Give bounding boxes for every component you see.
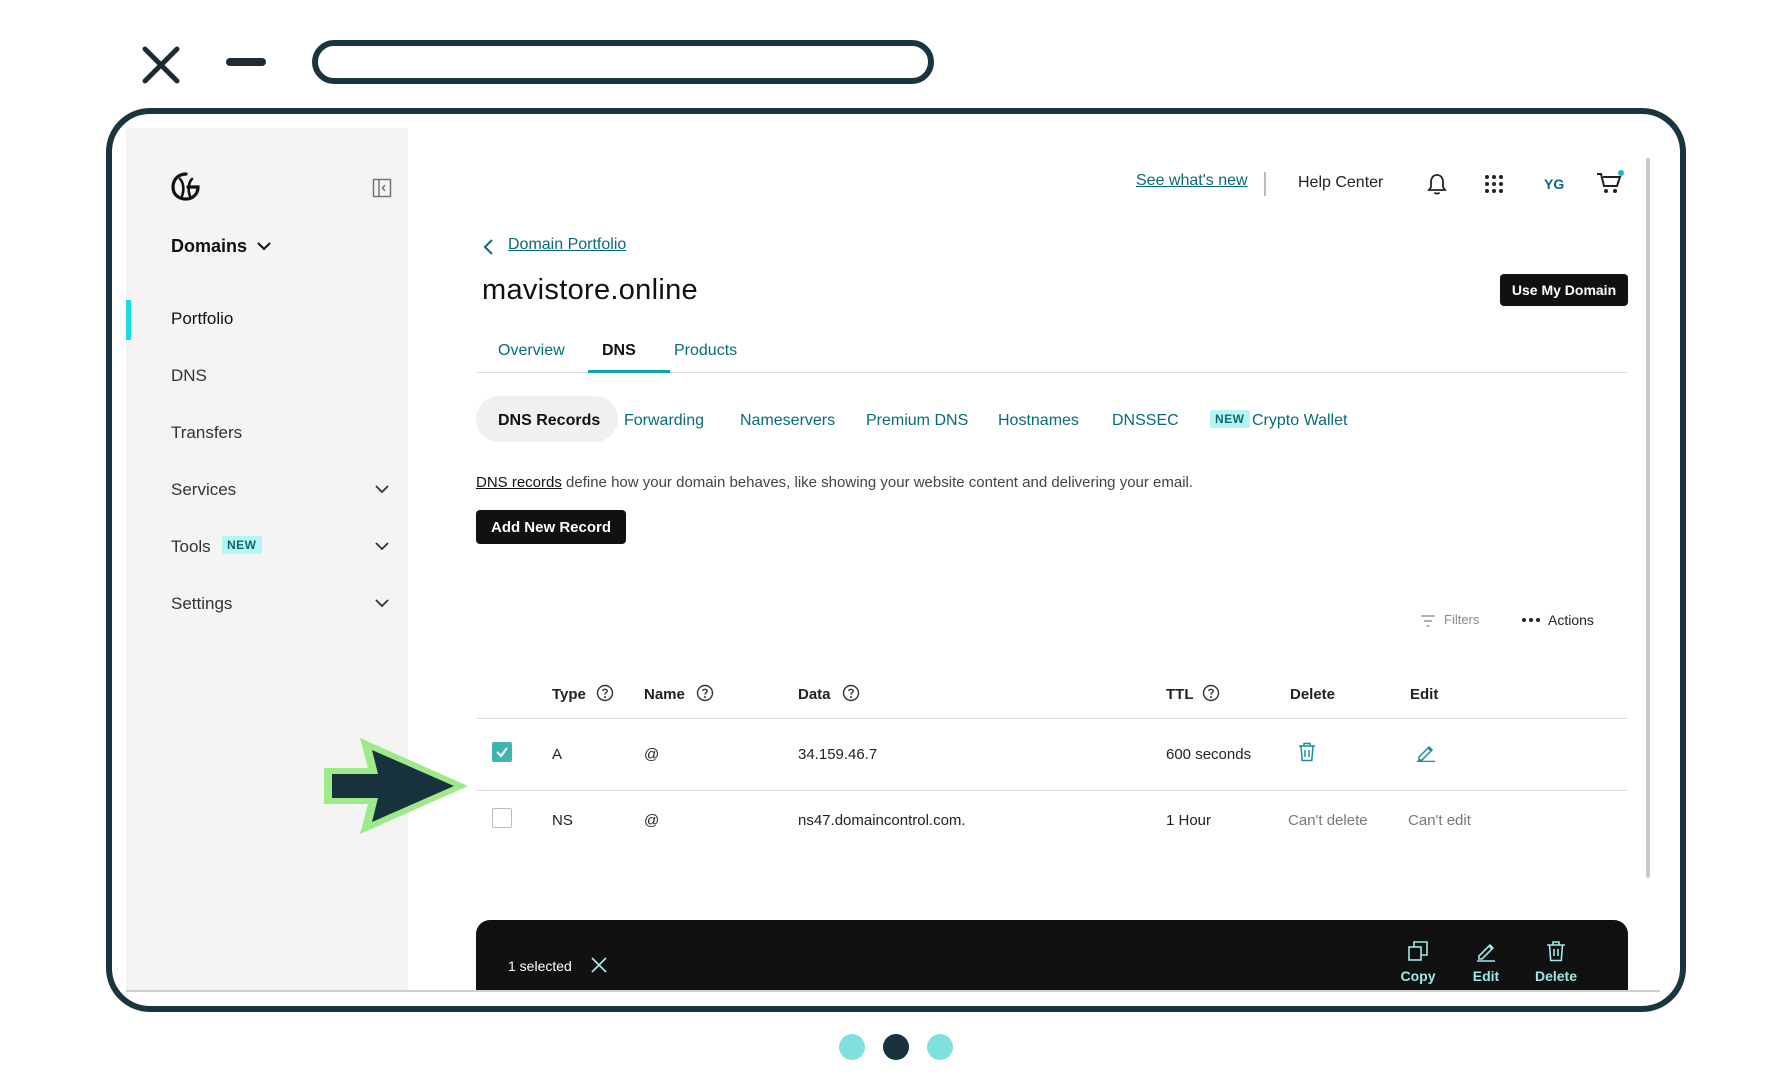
browser-window: Domains Portfolio DNS Transfers Services… bbox=[106, 108, 1686, 1012]
avatar[interactable]: YG bbox=[1544, 176, 1564, 192]
see-whats-new-link[interactable]: See what's new bbox=[1136, 172, 1248, 190]
row-checkbox[interactable] bbox=[492, 742, 512, 762]
use-my-domain-button[interactable]: Use My Domain bbox=[1500, 274, 1628, 306]
edit-label: Edit bbox=[1472, 968, 1500, 984]
breadcrumb[interactable]: Domain Portfolio bbox=[508, 236, 626, 254]
cell-ttl: 1 Hour bbox=[1166, 812, 1212, 829]
subtab-forwarding[interactable]: Forwarding bbox=[624, 412, 704, 430]
add-new-record-button[interactable]: Add New Record bbox=[476, 510, 626, 544]
tab-dns[interactable]: DNS bbox=[602, 342, 636, 360]
close-icon[interactable] bbox=[140, 44, 182, 86]
sidebar-section-domains[interactable]: Domains bbox=[171, 236, 247, 257]
selection-action-bar: 1 selected Copy Edit Delete bbox=[476, 920, 1628, 990]
description-text: define how your domain behaves, like sho… bbox=[561, 474, 1194, 491]
chevron-down-icon[interactable] bbox=[374, 483, 390, 495]
slide-dot-active[interactable] bbox=[883, 1034, 909, 1060]
page-title: mavistore.online bbox=[482, 274, 698, 306]
column-header-ttl[interactable]: TTL bbox=[1166, 686, 1194, 703]
cart-icon[interactable] bbox=[1596, 170, 1624, 196]
tab-overview[interactable]: Overview bbox=[498, 342, 565, 360]
help-circle-icon[interactable] bbox=[696, 684, 714, 702]
delete-label: Delete bbox=[1534, 968, 1578, 984]
subtab-premium-dns[interactable]: Premium DNS bbox=[866, 412, 968, 430]
active-indicator bbox=[126, 300, 131, 340]
edit-button[interactable]: Edit bbox=[1456, 940, 1516, 990]
cell-delete: Can't delete bbox=[1288, 812, 1368, 829]
arrow-pointer-icon bbox=[324, 738, 468, 834]
slide-dot[interactable] bbox=[839, 1034, 865, 1060]
logo-icon[interactable] bbox=[170, 170, 202, 202]
cell-name: @ bbox=[644, 812, 660, 829]
collapse-sidebar-icon[interactable] bbox=[372, 178, 392, 198]
pencil-icon bbox=[1477, 943, 1495, 962]
help-circle-icon[interactable] bbox=[596, 684, 614, 702]
trash-icon[interactable] bbox=[1298, 742, 1316, 762]
cell-type: A bbox=[552, 746, 563, 763]
new-badge: NEW bbox=[222, 536, 262, 554]
subtab-dnssec[interactable]: DNSSEC bbox=[1112, 412, 1179, 430]
more-dots-icon[interactable] bbox=[1522, 618, 1540, 622]
cell-data: 34.159.46.7 bbox=[798, 746, 878, 763]
back-chevron-icon[interactable] bbox=[482, 238, 496, 256]
help-circle-icon[interactable] bbox=[842, 684, 860, 702]
cell-type: NS bbox=[552, 812, 573, 829]
trash-icon bbox=[1547, 941, 1565, 962]
sidebar: Domains Portfolio DNS Transfers Services… bbox=[126, 128, 408, 990]
bell-icon[interactable] bbox=[1426, 172, 1448, 196]
active-tab-indicator bbox=[588, 370, 670, 373]
sidebar-item-settings[interactable]: Settings bbox=[171, 594, 232, 614]
row-checkbox[interactable] bbox=[492, 808, 512, 828]
column-header-type[interactable]: Type bbox=[552, 686, 586, 703]
cell-ttl: 600 seconds bbox=[1166, 746, 1252, 763]
scrollbar[interactable] bbox=[1646, 158, 1650, 878]
sidebar-item-portfolio[interactable]: Portfolio bbox=[171, 309, 233, 329]
sidebar-item-services[interactable]: Services bbox=[171, 480, 236, 500]
filters-button[interactable]: Filters bbox=[1444, 612, 1479, 627]
selected-count: 1 selected bbox=[508, 958, 572, 974]
slide-dot[interactable] bbox=[927, 1034, 953, 1060]
column-header-name[interactable]: Name bbox=[644, 686, 685, 703]
table-divider bbox=[476, 718, 1628, 719]
filter-icon[interactable] bbox=[1420, 614, 1436, 628]
subtab-dns-records[interactable]: DNS Records bbox=[498, 412, 600, 430]
cell-edit: Can't edit bbox=[1408, 812, 1471, 829]
copy-icon bbox=[1408, 941, 1428, 961]
cell-name: @ bbox=[644, 746, 660, 763]
column-header-data[interactable]: Data bbox=[798, 686, 831, 703]
apps-grid-icon[interactable] bbox=[1484, 174, 1504, 194]
actions-button[interactable]: Actions bbox=[1548, 612, 1594, 628]
cell-data: ns47.domaincontrol.com. bbox=[798, 812, 966, 829]
delete-button[interactable]: Delete bbox=[1526, 940, 1586, 990]
sidebar-item-dns[interactable]: DNS bbox=[171, 366, 207, 386]
copy-label: Copy bbox=[1400, 968, 1436, 984]
check-icon bbox=[496, 747, 508, 758]
minimize-icon[interactable] bbox=[226, 58, 266, 66]
column-header-edit: Edit bbox=[1410, 686, 1439, 703]
copy-button[interactable]: Copy bbox=[1388, 940, 1448, 990]
sidebar-item-tools[interactable]: Tools bbox=[171, 537, 211, 557]
address-bar[interactable] bbox=[312, 40, 934, 84]
tab-products[interactable]: Products bbox=[674, 342, 737, 360]
dns-description: DNS records define how your domain behav… bbox=[476, 474, 1193, 491]
dns-records-link[interactable]: DNS records bbox=[476, 474, 562, 491]
subtab-nameservers[interactable]: Nameservers bbox=[740, 412, 835, 430]
header-divider bbox=[1264, 172, 1266, 196]
table-divider bbox=[476, 790, 1628, 791]
app-viewport: Domains Portfolio DNS Transfers Services… bbox=[126, 128, 1660, 992]
chevron-down-icon[interactable] bbox=[374, 540, 390, 552]
pencil-icon[interactable] bbox=[1416, 742, 1436, 762]
new-badge: NEW bbox=[1210, 410, 1250, 428]
chevron-down-icon[interactable] bbox=[374, 597, 390, 609]
sidebar-item-transfers[interactable]: Transfers bbox=[171, 423, 242, 443]
subtab-hostnames[interactable]: Hostnames bbox=[998, 412, 1079, 430]
close-icon[interactable] bbox=[590, 956, 608, 974]
chevron-down-icon[interactable] bbox=[256, 240, 272, 252]
subtab-crypto-wallet[interactable]: Crypto Wallet bbox=[1252, 412, 1347, 430]
column-header-delete: Delete bbox=[1290, 686, 1336, 703]
help-circle-icon[interactable] bbox=[1202, 684, 1220, 702]
help-center-link[interactable]: Help Center bbox=[1298, 174, 1383, 192]
